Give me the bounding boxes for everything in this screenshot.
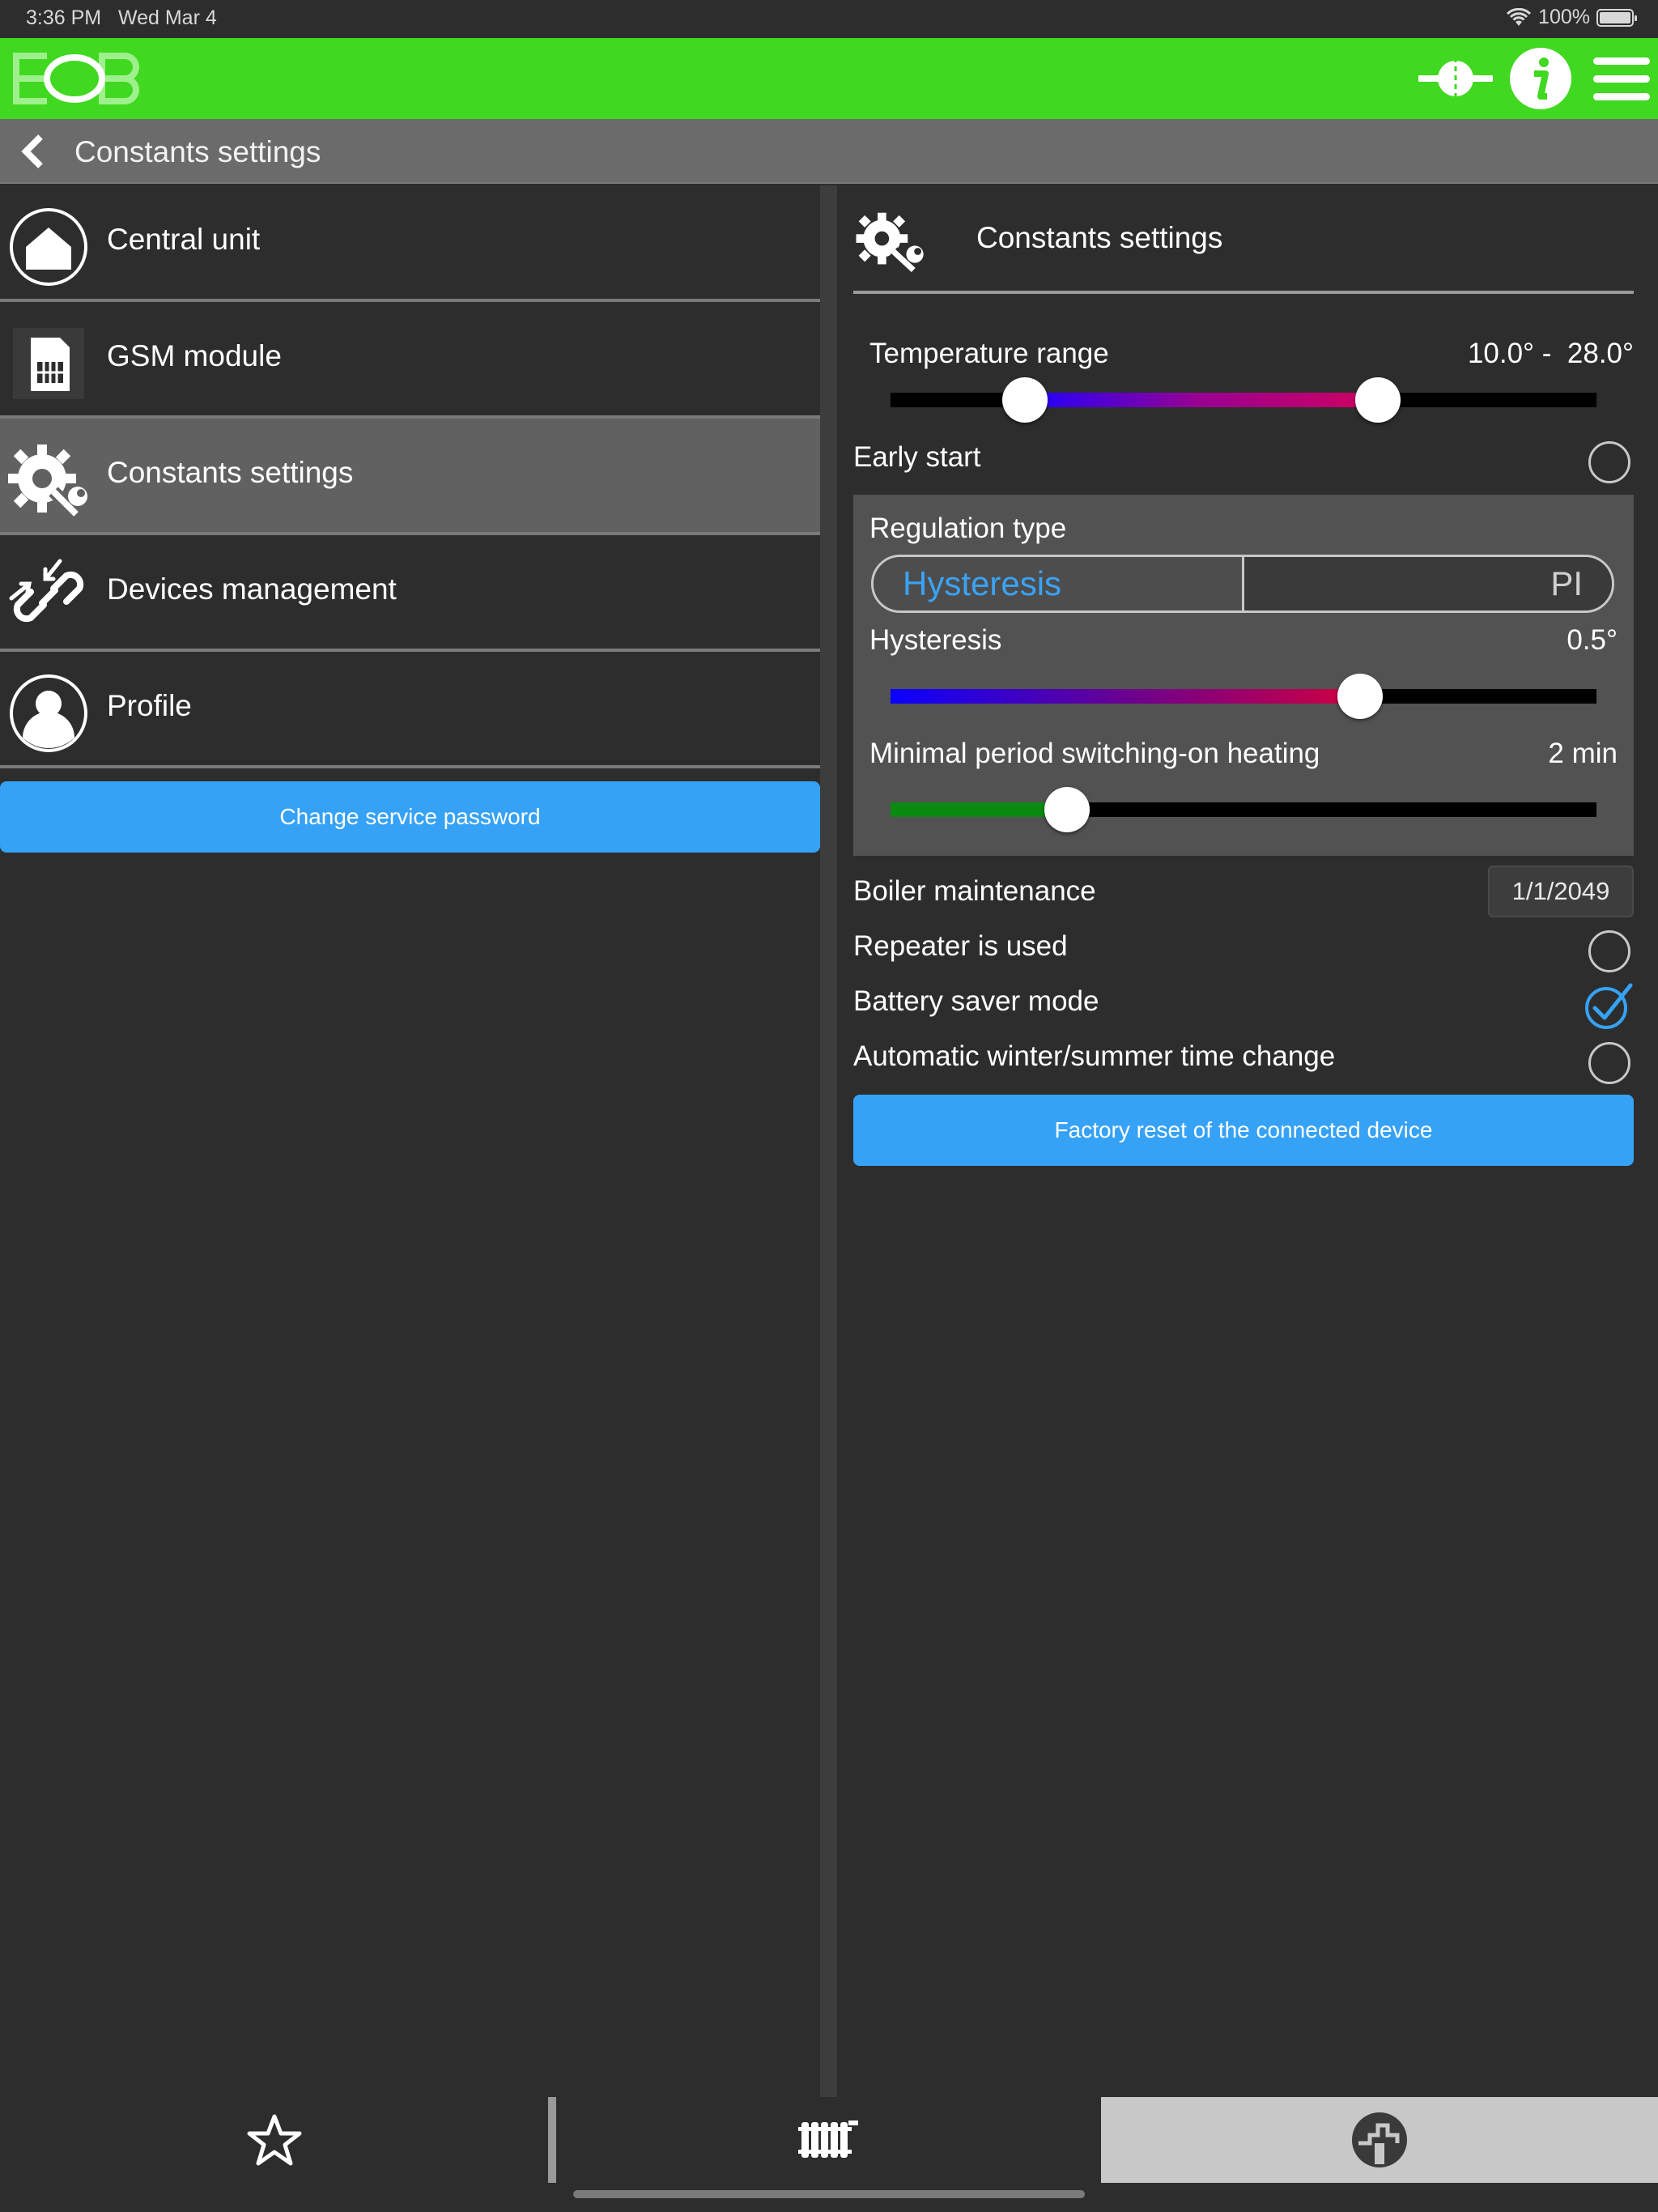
hamburger-menu-icon[interactable]	[1585, 38, 1658, 119]
menu-label: Central unit	[107, 223, 261, 256]
tab-radiators[interactable]	[556, 2097, 1101, 2183]
settings-header: Constants settings	[853, 185, 1634, 294]
menu-label: GSM module	[107, 339, 282, 372]
change-password-button[interactable]: Change service password	[0, 781, 820, 853]
target-icon[interactable]	[1415, 38, 1496, 119]
temperature-range-label: Temperature range	[869, 338, 1109, 369]
tab-separator	[548, 2097, 556, 2183]
eob-logo	[11, 51, 141, 110]
back-chevron-icon[interactable]	[16, 134, 52, 173]
boiler-maintenance-date-field[interactable]: 1/1/2049	[1488, 866, 1634, 917]
title-bar: Constants settings	[0, 119, 1658, 184]
early-start-label: Early start	[853, 441, 981, 473]
early-start-radio[interactable]	[1588, 441, 1630, 483]
settings-menu: Central unit GSM module Constants settin…	[0, 185, 820, 2097]
menu-label: Constants settings	[107, 456, 354, 489]
star-icon	[247, 2114, 301, 2166]
min-period-label: Minimal period switching-on heating	[869, 738, 1320, 769]
sim-card-icon	[6, 321, 91, 406]
battery-saver-checkbox[interactable]	[1584, 979, 1635, 1031]
battery-percent: 100%	[1538, 6, 1590, 28]
constants-settings-panel: Constants settings Temperature range 10.…	[837, 185, 1658, 2097]
hysteresis-slider[interactable]	[891, 674, 1596, 719]
wifi-icon	[1506, 7, 1532, 26]
repeater-radio[interactable]	[1588, 930, 1630, 972]
regulation-section: Regulation type Hysteresis PI Hysteresis…	[853, 495, 1634, 856]
temperature-low-thumb[interactable]	[1001, 377, 1048, 423]
status-time: 3:36 PM Wed Mar 4	[26, 6, 217, 29]
link-icon	[6, 555, 91, 639]
panel-divider	[820, 185, 837, 2097]
regulation-option-pi[interactable]: PI	[1244, 557, 1612, 610]
menu-label: Devices management	[107, 572, 397, 606]
info-icon[interactable]	[1496, 38, 1585, 119]
checkmark-icon	[1585, 983, 1633, 1029]
temperature-range-value: 10.0° - 28.0°	[1467, 338, 1634, 369]
dashboard-icon	[1352, 2112, 1407, 2167]
settings-title: Constants settings	[976, 221, 1223, 254]
gear-wrench-icon	[6, 438, 91, 522]
tab-favorites[interactable]	[0, 2097, 548, 2183]
page-title: Constants settings	[74, 135, 321, 168]
boiler-maintenance-label: Boiler maintenance	[853, 875, 1096, 907]
hysteresis-label: Hysteresis	[869, 624, 1002, 656]
menu-item-devices-management[interactable]: Devices management	[0, 535, 820, 652]
hysteresis-thumb[interactable]	[1337, 674, 1383, 719]
regulation-option-hysteresis[interactable]: Hysteresis	[874, 557, 1244, 610]
regulation-type-segmented-control[interactable]: Hysteresis PI	[871, 555, 1614, 613]
home-icon	[6, 205, 91, 289]
dst-change-label: Automatic winter/summer time change	[853, 1040, 1336, 1072]
temperature-high-thumb[interactable]	[1354, 377, 1401, 423]
min-period-value: 2 min	[1548, 738, 1618, 769]
regulation-type-label: Regulation type	[869, 513, 1067, 544]
factory-reset-button[interactable]: Factory reset of the connected device	[853, 1095, 1634, 1166]
tab-dashboard[interactable]	[1101, 2097, 1658, 2183]
hysteresis-fill	[891, 689, 1360, 704]
dst-change-radio[interactable]	[1588, 1042, 1630, 1084]
battery-icon	[1596, 8, 1637, 27]
battery-saver-label: Battery saver mode	[853, 985, 1099, 1017]
app-bar	[0, 38, 1658, 119]
menu-label: Profile	[107, 689, 192, 722]
menu-item-gsm-module[interactable]: GSM module	[0, 302, 820, 419]
min-period-thumb[interactable]	[1044, 787, 1090, 832]
min-period-fill	[891, 802, 1067, 817]
menu-item-constants-settings[interactable]: Constants settings	[0, 419, 820, 535]
menu-item-central-unit[interactable]: Central unit	[0, 185, 820, 302]
status-right: 100%	[1506, 6, 1637, 29]
user-icon	[6, 671, 91, 755]
radiator-icon	[797, 2121, 858, 2158]
temperature-range-slider[interactable]	[891, 377, 1596, 423]
menu-item-profile[interactable]: Profile	[0, 652, 820, 768]
status-bar: 3:36 PM Wed Mar 4 100%	[0, 0, 1658, 38]
home-indicator[interactable]	[573, 2190, 1085, 2198]
hysteresis-value: 0.5°	[1567, 624, 1618, 656]
min-period-slider[interactable]	[891, 787, 1596, 832]
temperature-range-fill	[1024, 393, 1378, 407]
repeater-label: Repeater is used	[853, 930, 1068, 962]
gear-wrench-icon	[853, 210, 928, 279]
